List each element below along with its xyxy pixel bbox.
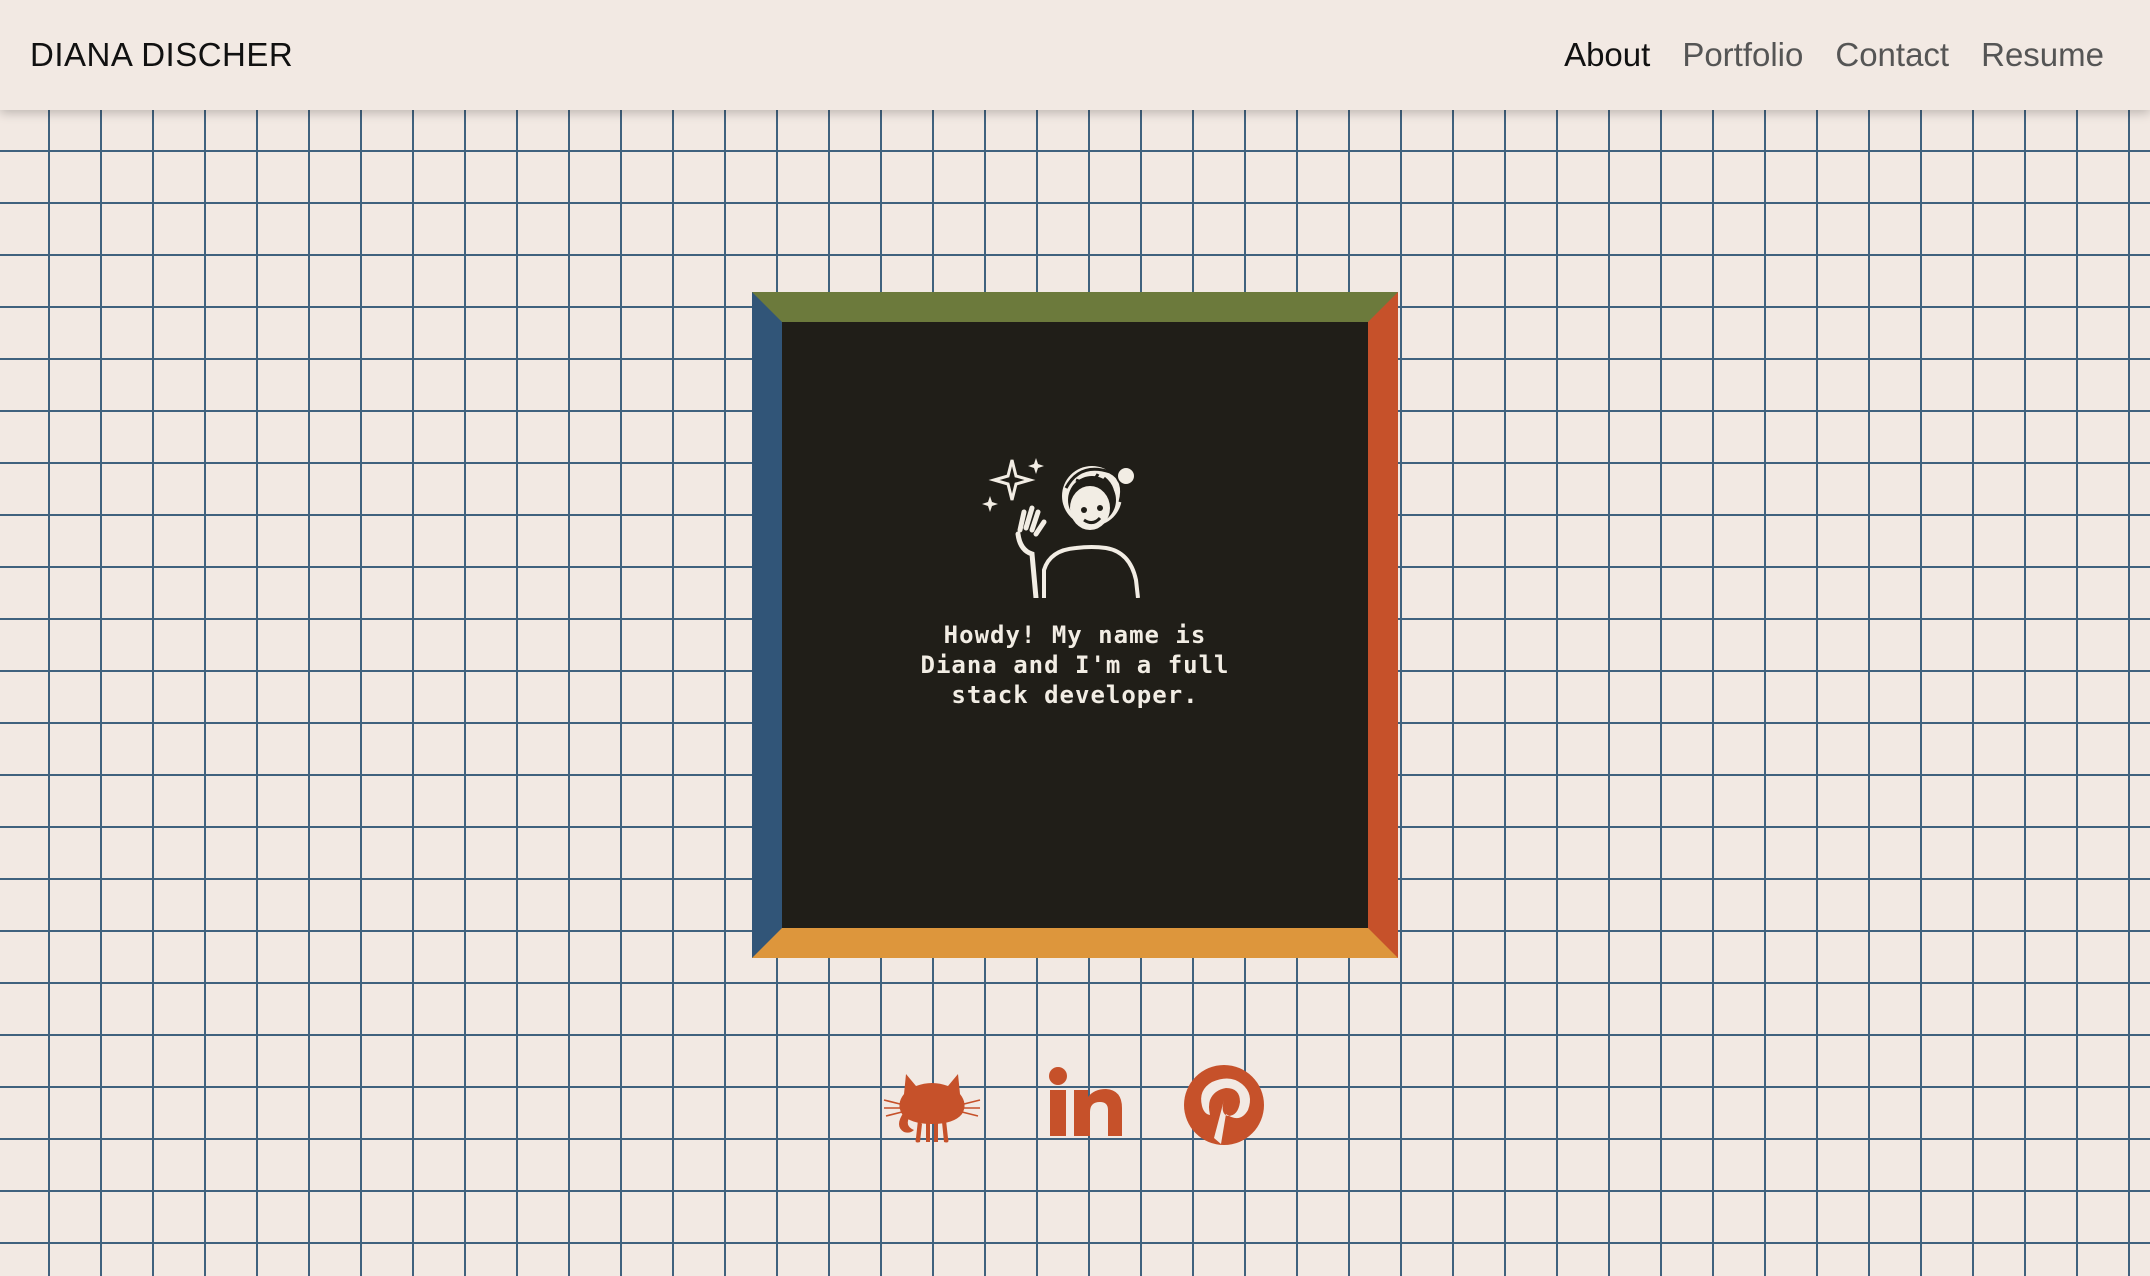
linkedin-link[interactable] <box>1034 1060 1134 1150</box>
nav-link-portfolio[interactable]: Portfolio <box>1682 36 1803 74</box>
nav-link-contact[interactable]: Contact <box>1835 36 1949 74</box>
waving-avatar-icon <box>982 458 1140 598</box>
nav-link-resume[interactable]: Resume <box>1981 36 2104 74</box>
navbar: DIANA DISCHER About Portfolio Contact Re… <box>0 0 2150 110</box>
intro-frame: Howdy! My name is Diana and I'm a full s… <box>752 292 1398 958</box>
intro-text: Howdy! My name is Diana and I'm a full s… <box>920 621 1230 709</box>
linkedin-icon <box>1049 1067 1122 1136</box>
intro-screen: Howdy! My name is Diana and I'm a full s… <box>782 322 1368 928</box>
github-link[interactable] <box>882 1060 982 1150</box>
pinterest-icon <box>1184 1065 1264 1145</box>
github-icon <box>883 1074 981 1143</box>
site-brand[interactable]: DIANA DISCHER <box>30 36 293 74</box>
pinterest-link[interactable] <box>1174 1060 1274 1150</box>
social-links <box>0 1060 2150 1150</box>
nav-link-about[interactable]: About <box>1564 36 1650 74</box>
nav-links: About Portfolio Contact Resume <box>1564 36 2104 74</box>
